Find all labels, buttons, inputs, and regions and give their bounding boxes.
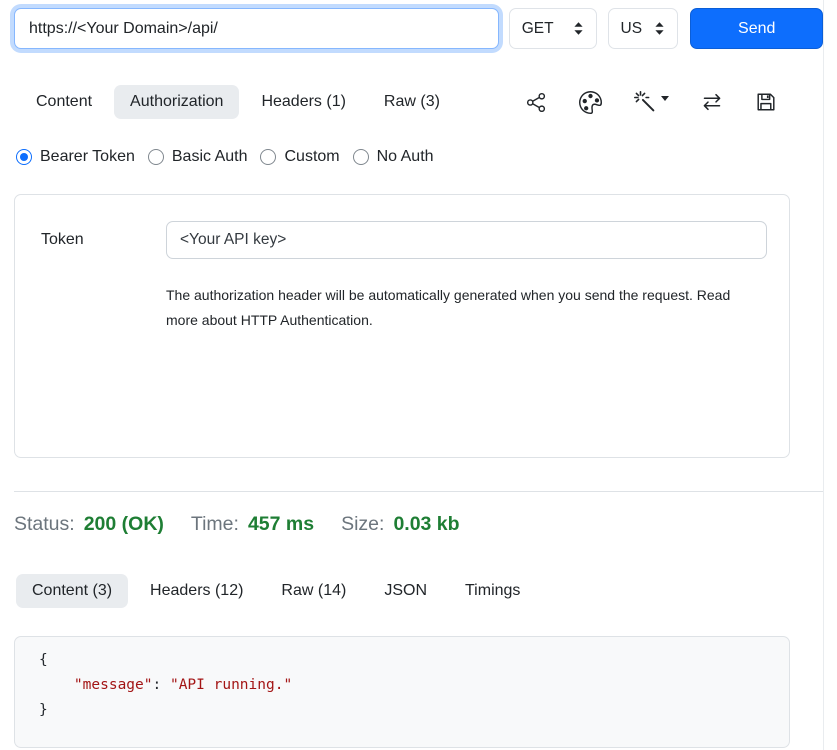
time-label: Time: <box>191 513 239 536</box>
updown-arrows-icon <box>573 21 584 36</box>
tab-response-content[interactable]: Content (3) <box>16 574 128 608</box>
swap-button[interactable] <box>700 90 724 114</box>
response-status-row: Status: 200 (OK) Time: 457 ms Size: 0.03… <box>14 513 823 536</box>
region-select-value: US <box>621 20 643 38</box>
tab-response-headers[interactable]: Headers (12) <box>134 574 259 608</box>
tab-response-raw[interactable]: Raw (14) <box>265 574 362 608</box>
method-select[interactable]: GET <box>509 8 597 49</box>
radio-label: No Auth <box>377 148 434 166</box>
updown-arrows-icon <box>654 21 665 36</box>
palette-icon <box>579 91 602 114</box>
json-key: "message" <box>74 677 153 693</box>
radio-no-auth[interactable]: No Auth <box>353 148 434 166</box>
page-scrollbar-track <box>823 0 824 750</box>
json-separator: : <box>153 677 170 693</box>
auth-type-options: Bearer Token Basic Auth Custom No Auth <box>16 148 823 166</box>
radio-label: Basic Auth <box>172 148 248 166</box>
response-tabs: Content (3) Headers (12) Raw (14) JSON T… <box>16 574 823 608</box>
radio-unselected-icon <box>353 149 369 165</box>
tab-response-json[interactable]: JSON <box>368 574 443 608</box>
code-line: { <box>39 648 769 673</box>
time-group: Time: 457 ms <box>191 513 314 536</box>
token-row: Token <box>41 221 767 259</box>
request-bar: GET US Send <box>0 0 837 49</box>
radio-label: Custom <box>284 148 339 166</box>
method-select-value: GET <box>522 20 554 38</box>
size-label: Size: <box>341 513 384 536</box>
theme-button[interactable] <box>579 91 602 114</box>
code-line: } <box>39 698 769 723</box>
caret-down-icon <box>661 96 669 101</box>
radio-label: Bearer Token <box>40 148 135 166</box>
request-tabs: Content Authorization Headers (1) Raw (3… <box>20 85 823 119</box>
generate-code-button[interactable] <box>633 90 669 114</box>
status-group: Status: 200 (OK) <box>14 513 164 536</box>
time-value: 457 ms <box>248 513 314 536</box>
code-line: "message": "API running." <box>39 673 769 698</box>
radio-unselected-icon <box>260 149 276 165</box>
share-button[interactable] <box>525 91 548 114</box>
size-group: Size: 0.03 kb <box>341 513 460 536</box>
swap-arrows-icon <box>700 90 724 114</box>
tab-raw[interactable]: Raw (3) <box>368 85 456 119</box>
close-brace: } <box>39 702 48 718</box>
open-brace: { <box>39 652 48 668</box>
status-value: 200 (OK) <box>84 513 164 536</box>
save-request-button[interactable] <box>755 91 777 113</box>
save-icon <box>755 91 777 113</box>
tab-content[interactable]: Content <box>20 85 108 119</box>
auth-help-text: The authorization header will be automat… <box>166 283 748 333</box>
bearer-token-panel: Token The authorization header will be a… <box>14 194 790 458</box>
tab-authorization[interactable]: Authorization <box>114 85 239 119</box>
status-label: Status: <box>14 513 75 536</box>
json-value: "API running." <box>170 677 292 693</box>
indent <box>39 677 74 693</box>
radio-selected-icon <box>16 149 32 165</box>
toolbar <box>525 90 823 114</box>
share-icon <box>525 91 548 114</box>
radio-bearer-token[interactable]: Bearer Token <box>16 148 135 166</box>
radio-basic-auth[interactable]: Basic Auth <box>148 148 248 166</box>
url-input[interactable] <box>14 8 499 49</box>
radio-custom[interactable]: Custom <box>260 148 339 166</box>
tab-headers[interactable]: Headers (1) <box>245 85 361 119</box>
region-select[interactable]: US <box>608 8 679 49</box>
size-value: 0.03 kb <box>393 513 459 536</box>
response-body: { "message": "API running." } <box>14 636 790 748</box>
api-client-page: GET US Send Content Authorization Header… <box>0 0 837 750</box>
tab-response-timings[interactable]: Timings <box>449 574 536 608</box>
section-divider <box>14 491 823 492</box>
token-label: Token <box>41 231 166 249</box>
token-input[interactable] <box>166 221 767 259</box>
magic-wand-icon <box>633 90 657 114</box>
send-button[interactable]: Send <box>690 8 823 49</box>
radio-unselected-icon <box>148 149 164 165</box>
